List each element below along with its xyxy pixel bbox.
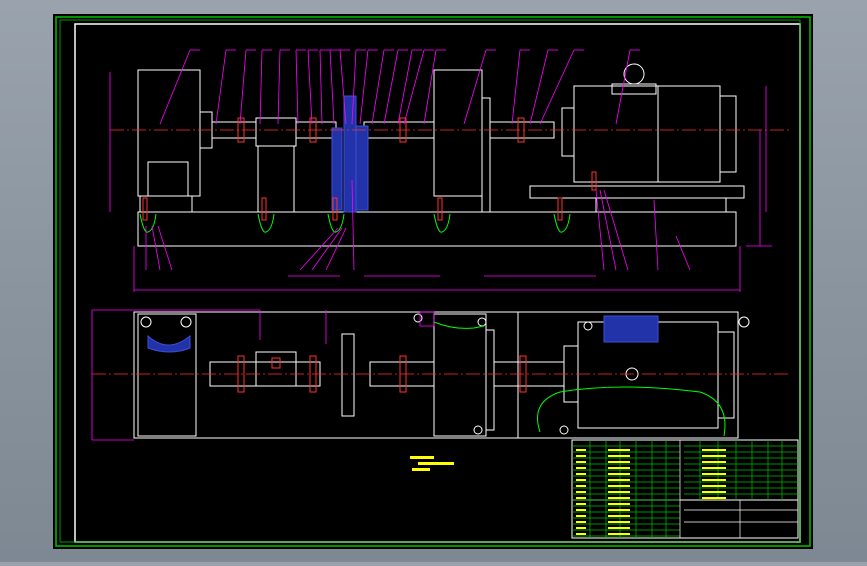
- parts-list-entry: [576, 527, 586, 529]
- parts-list-entry: [702, 449, 726, 451]
- parts-list-entry: [608, 503, 630, 505]
- parts-list-entry: [608, 521, 630, 523]
- parts-list-entry: [576, 449, 586, 451]
- parts-list-entry: [608, 461, 630, 463]
- top-motor-terminal-box: [603, 315, 659, 343]
- parts-list-entry: [608, 509, 630, 511]
- flywheel-front: [343, 95, 357, 213]
- parts-list-entry: [702, 461, 726, 463]
- parts-list-entry: [608, 491, 630, 493]
- parts-list-entry: [608, 533, 630, 535]
- parts-list-entry: [576, 485, 586, 487]
- parts-list-entry: [576, 509, 586, 511]
- parts-list-entry: [702, 497, 726, 499]
- parts-list-entry: [576, 467, 586, 469]
- parts-list-entry: [576, 461, 586, 463]
- parts-list-entry: [608, 449, 630, 451]
- parts-list-entry: [576, 515, 586, 517]
- parts-list-entry: [576, 497, 586, 499]
- parts-list-entry: [702, 491, 726, 493]
- cad-viewport: [0, 0, 867, 562]
- parts-list-entry: [702, 467, 726, 469]
- parts-list-entry: [608, 497, 630, 499]
- parts-list-entry: [576, 491, 586, 493]
- parts-list-entry: [576, 473, 586, 475]
- parts-list-entry: [576, 533, 586, 535]
- sheet-background: [53, 14, 813, 549]
- parts-list-entry: [702, 455, 726, 457]
- parts-list-entry: [702, 479, 726, 481]
- parts-list-entry: [608, 515, 630, 517]
- parts-list-entry: [608, 467, 630, 469]
- parts-list-entry: [608, 455, 630, 457]
- parts-list-entry: [608, 473, 630, 475]
- parts-list-entry: [576, 521, 586, 523]
- parts-list-entry: [576, 455, 586, 457]
- parts-list-entry: [576, 503, 586, 505]
- parts-list-entry: [608, 485, 630, 487]
- parts-list-entry: [702, 485, 726, 487]
- parts-list-entry: [608, 479, 630, 481]
- parts-list-entry: [608, 527, 630, 529]
- engineering-drawing: [53, 14, 813, 549]
- parts-list-entry: [576, 479, 586, 481]
- flywheel-front-3: [355, 125, 369, 211]
- parts-list-entry: [702, 473, 726, 475]
